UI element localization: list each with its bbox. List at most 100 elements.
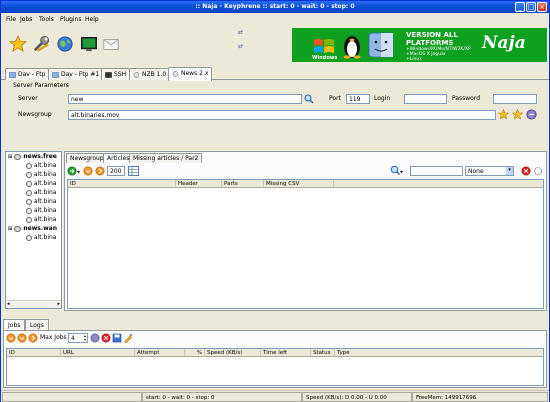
column-id[interactable]: ID: [7, 349, 61, 357]
tab-jobs[interactable]: Jobs: [3, 319, 26, 330]
mail-icon[interactable]: [102, 35, 120, 53]
tree-item[interactable]: alt.bina: [26, 180, 56, 187]
article-count-input[interactable]: 200: [107, 166, 125, 176]
globe-icon[interactable]: [56, 35, 74, 53]
status-counts: start: 0 - wait: 0 - stop: 0: [142, 392, 302, 402]
banner-platform-3: +Linux: [406, 57, 422, 62]
tree-horizontal-scrollbar[interactable]: ◂ ▸: [6, 300, 61, 308]
search-filter-icon[interactable]: [390, 165, 404, 176]
search-icon[interactable]: [304, 94, 314, 104]
favorites-star-icon[interactable]: [512, 109, 523, 120]
linux-penguin-icon: [343, 36, 361, 59]
filter-input[interactable]: [410, 166, 463, 176]
jobs-stop-icon[interactable]: [101, 333, 111, 343]
group-icon: [26, 234, 32, 241]
connect-icon[interactable]: [526, 109, 537, 120]
refresh-icon[interactable]: [67, 166, 81, 176]
menu-file[interactable]: File: [6, 16, 16, 23]
column-missing-csv[interactable]: Missing CSV: [264, 180, 334, 188]
subtab-missing-articles[interactable]: Missing articles / Par2: [129, 153, 203, 163]
menu-bar: File Jobs Tools Plugins Help: [1, 13, 549, 25]
monitor-icon[interactable]: [80, 35, 98, 53]
tree-item-label: alt.bina: [33, 171, 57, 178]
wrench-icon[interactable]: [32, 35, 50, 53]
jobs-orange-icon-2[interactable]: [17, 333, 27, 343]
ftp-tab-icon: [9, 72, 16, 78]
login-input[interactable]: [404, 94, 447, 104]
tree-server-label: news.free: [23, 153, 57, 160]
menu-tools[interactable]: Tools: [39, 16, 54, 23]
scroll-right-icon[interactable]: ▸: [57, 301, 60, 307]
tab-ssh[interactable]: SSH: [101, 68, 131, 80]
separator-glyph-bottom: ⇄: [238, 43, 244, 50]
orange-down-icon[interactable]: [83, 166, 93, 176]
column-header[interactable]: Header: [176, 180, 222, 188]
add-favorite-star-icon[interactable]: [498, 109, 509, 120]
jobs-orange-icon-3[interactable]: [28, 333, 38, 343]
scroll-left-icon[interactable]: ◂: [7, 301, 10, 307]
column-status[interactable]: Status: [311, 349, 335, 357]
tree-item[interactable]: alt.bina: [26, 171, 56, 178]
mac-finder-icon: [368, 32, 394, 58]
title-bar[interactable]: :: Naja - Keyphrene :: start: 0 - wait: …: [1, 1, 549, 13]
password-input[interactable]: [493, 94, 537, 104]
jobs-save-icon[interactable]: [112, 333, 122, 343]
tab-nzb[interactable]: NZB 1.0: [129, 68, 171, 80]
status-speed: Speed (KB/s): D 0.00 - U 0.00: [302, 392, 412, 402]
column-speed[interactable]: Speed (KB/s): [205, 349, 261, 357]
tab-label: NZB 1.0: [142, 71, 167, 78]
filter-select[interactable]: None ▾: [465, 166, 514, 176]
tab-label: SSH: [114, 71, 127, 78]
group-icon: [26, 207, 32, 214]
tree-item[interactable]: alt.bina: [26, 207, 56, 214]
jobs-edit-icon[interactable]: [123, 333, 133, 343]
tab-dav-ftp-1[interactable]: Dav - Ftp #1: [48, 68, 104, 80]
column-parts[interactable]: Parts: [222, 180, 264, 188]
server-parameters: Server Parameters Server new Port 119 Lo…: [3, 81, 547, 145]
tree-item[interactable]: alt.bina: [26, 198, 56, 205]
jobs-orange-icon-1[interactable]: [6, 333, 16, 343]
stop-icon[interactable]: [521, 166, 531, 176]
column-attempt[interactable]: Attempt: [135, 349, 185, 357]
tree-item[interactable]: alt.bina: [26, 162, 56, 169]
tree-item[interactable]: alt.bina: [26, 189, 56, 196]
close-button[interactable]: ×: [537, 2, 547, 12]
tree-server-node[interactable]: ⊟ news.wan: [8, 225, 57, 232]
column-time-left[interactable]: Time left: [261, 349, 311, 357]
orange-next-icon[interactable]: [95, 166, 105, 176]
tree-item[interactable]: alt.bina: [26, 216, 56, 223]
newsgroup-label: Newsgroup: [18, 111, 52, 118]
group-icon: [26, 171, 32, 178]
main-window: :: Naja - Keyphrene :: start: 0 - wait: …: [0, 0, 550, 402]
tree-item-label: alt.bina: [33, 162, 57, 169]
menu-help[interactable]: Help: [85, 16, 99, 23]
port-input[interactable]: 119: [346, 94, 370, 104]
tab-logs[interactable]: Logs: [25, 319, 49, 330]
menu-jobs[interactable]: Jobs: [20, 16, 32, 23]
promo-banner[interactable]: Windows VERSION ALL PLATFORMS +Windows9X…: [292, 28, 547, 62]
column-percent[interactable]: %: [185, 349, 205, 357]
minimize-button[interactable]: _: [515, 2, 525, 12]
articles-table[interactable]: ID Header Parts Missing CSV: [67, 179, 544, 309]
tree-item-label: alt.bina: [33, 234, 57, 241]
max-jobs-input[interactable]: 4 ▴ ▾: [68, 333, 88, 343]
stepper-icon[interactable]: ▴ ▾: [84, 334, 86, 342]
chevron-down-icon[interactable]: ▾: [506, 167, 513, 175]
maximize-button[interactable]: □: [526, 2, 536, 12]
column-url[interactable]: URL: [61, 349, 135, 357]
column-id[interactable]: ID: [68, 180, 176, 188]
windows-logo-icon: [314, 39, 334, 53]
server-input[interactable]: new: [68, 94, 302, 104]
jobs-connect-icon[interactable]: [90, 333, 100, 343]
menu-plugins[interactable]: Plugins: [60, 16, 82, 23]
newsgroup-input[interactable]: alt.binaries.mov: [68, 110, 496, 120]
tree-server-node[interactable]: ⊟ news.free: [8, 153, 57, 160]
tree-item[interactable]: alt.bina: [26, 234, 56, 241]
tab-dav-ftp[interactable]: Dav - Ftp: [5, 68, 50, 80]
column-type[interactable]: Type: [335, 349, 415, 357]
star-icon[interactable]: [9, 35, 27, 53]
jobs-table[interactable]: ID URL Attempt % Speed (KB/s) Time left …: [6, 348, 544, 386]
tab-news[interactable]: News 2.x: [168, 67, 213, 81]
table-view-icon[interactable]: [128, 166, 139, 176]
group-icon: [26, 198, 32, 205]
